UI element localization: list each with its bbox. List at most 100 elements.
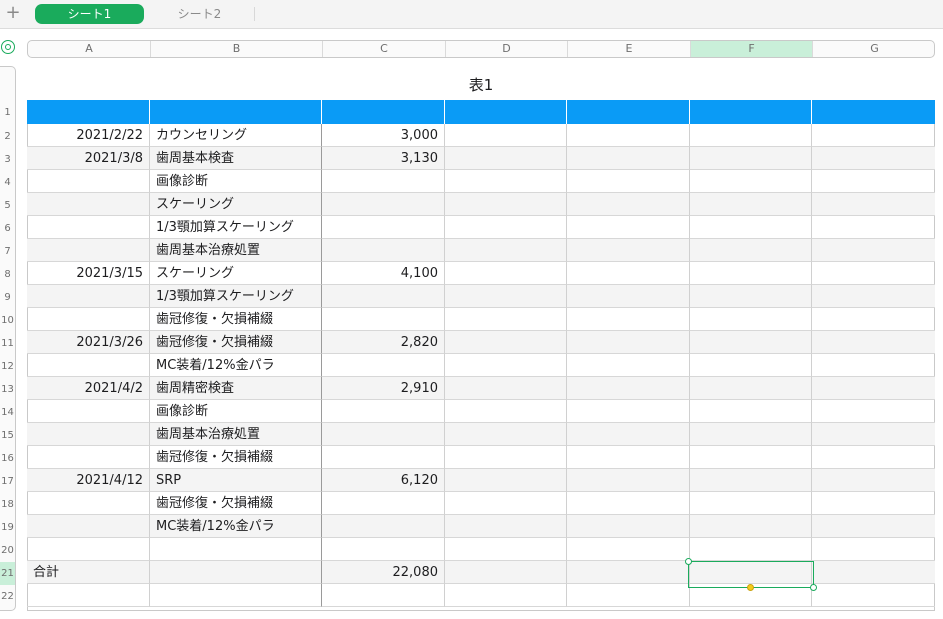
- cell-a4[interactable]: [27, 170, 150, 193]
- column-header-f[interactable]: F: [691, 41, 813, 57]
- cell-a6[interactable]: [27, 216, 150, 239]
- cell-d13[interactable]: [445, 377, 567, 400]
- cell-e12[interactable]: [567, 354, 690, 377]
- cell-a2[interactable]: 2021/2/22: [27, 124, 150, 147]
- row-header-7[interactable]: 7: [0, 240, 15, 263]
- column-header-b[interactable]: B: [151, 41, 323, 57]
- cell-c11[interactable]: 2,820: [322, 331, 445, 354]
- cell-a11[interactable]: 2021/3/26: [27, 331, 150, 354]
- cell-e1[interactable]: [567, 100, 690, 124]
- cell-g19[interactable]: [812, 515, 935, 538]
- cell-c3[interactable]: 3,130: [322, 147, 445, 170]
- cell-b13[interactable]: 歯周精密検査: [150, 377, 322, 400]
- cell-g9[interactable]: [812, 285, 935, 308]
- cell-g1[interactable]: [812, 100, 935, 124]
- cell-a5[interactable]: [27, 193, 150, 216]
- cell-d5[interactable]: [445, 193, 567, 216]
- cell-c20[interactable]: [322, 538, 445, 561]
- cell-b6[interactable]: 1/3顎加算スケーリング: [150, 216, 322, 239]
- cell-b5[interactable]: スケーリング: [150, 193, 322, 216]
- cell-a9[interactable]: [27, 285, 150, 308]
- cell-f5[interactable]: [690, 193, 812, 216]
- cell-g3[interactable]: [812, 147, 935, 170]
- cell-b7[interactable]: 歯周基本治療処置: [150, 239, 322, 262]
- cell-d7[interactable]: [445, 239, 567, 262]
- select-all-icon[interactable]: [1, 40, 15, 54]
- cell-a3[interactable]: 2021/3/8: [27, 147, 150, 170]
- cell-g5[interactable]: [812, 193, 935, 216]
- cell-c21[interactable]: 22,080: [322, 561, 445, 584]
- cell-c1[interactable]: [322, 100, 445, 124]
- cell-c10[interactable]: [322, 308, 445, 331]
- column-header-d[interactable]: D: [446, 41, 568, 57]
- tab-sheet-2[interactable]: シート2: [145, 4, 254, 24]
- cell-g11[interactable]: [812, 331, 935, 354]
- cell-b1[interactable]: [150, 100, 322, 124]
- row-header-15[interactable]: 15: [0, 424, 15, 447]
- cell-b18[interactable]: 歯冠修復・欠損補綴: [150, 492, 322, 515]
- cell-f12[interactable]: [690, 354, 812, 377]
- cell-f6[interactable]: [690, 216, 812, 239]
- cell-f4[interactable]: [690, 170, 812, 193]
- cell-b22[interactable]: [150, 584, 322, 607]
- cell-f19[interactable]: [690, 515, 812, 538]
- cell-b14[interactable]: 画像診断: [150, 400, 322, 423]
- cell-c17[interactable]: 6,120: [322, 469, 445, 492]
- cell-e10[interactable]: [567, 308, 690, 331]
- cell-a12[interactable]: [27, 354, 150, 377]
- cell-f16[interactable]: [690, 446, 812, 469]
- cell-c18[interactable]: [322, 492, 445, 515]
- cell-a14[interactable]: [27, 400, 150, 423]
- cell-b19[interactable]: MC装着/12%金パラ: [150, 515, 322, 538]
- cell-c7[interactable]: [322, 239, 445, 262]
- row-header-6[interactable]: 6: [0, 217, 15, 240]
- add-sheet-icon[interactable]: +: [4, 4, 22, 22]
- cell-e5[interactable]: [567, 193, 690, 216]
- cell-g7[interactable]: [812, 239, 935, 262]
- cell-g14[interactable]: [812, 400, 935, 423]
- cell-e22[interactable]: [567, 584, 690, 607]
- autofill-handle[interactable]: [747, 584, 754, 591]
- cell-e9[interactable]: [567, 285, 690, 308]
- cell-e11[interactable]: [567, 331, 690, 354]
- column-header-c[interactable]: C: [323, 41, 446, 57]
- cell-g8[interactable]: [812, 262, 935, 285]
- row-header-1[interactable]: 1: [0, 101, 15, 125]
- cell-b4[interactable]: 画像診断: [150, 170, 322, 193]
- cell-f7[interactable]: [690, 239, 812, 262]
- row-header-9[interactable]: 9: [0, 286, 15, 309]
- cell-f3[interactable]: [690, 147, 812, 170]
- cell-d12[interactable]: [445, 354, 567, 377]
- cell-b20[interactable]: [150, 538, 322, 561]
- cell-c12[interactable]: [322, 354, 445, 377]
- cell-f11[interactable]: [690, 331, 812, 354]
- row-header-14[interactable]: 14: [0, 401, 15, 424]
- cell-a21[interactable]: 合計: [27, 561, 150, 584]
- cell-f1[interactable]: [690, 100, 812, 124]
- cell-d9[interactable]: [445, 285, 567, 308]
- cell-g2[interactable]: [812, 124, 935, 147]
- cell-g6[interactable]: [812, 216, 935, 239]
- cell-d1[interactable]: [445, 100, 567, 124]
- cell-b15[interactable]: 歯周基本治療処置: [150, 423, 322, 446]
- row-header-21[interactable]: 21: [0, 562, 15, 585]
- cell-c16[interactable]: [322, 446, 445, 469]
- row-header-18[interactable]: 18: [0, 493, 15, 516]
- cell-d15[interactable]: [445, 423, 567, 446]
- cell-f15[interactable]: [690, 423, 812, 446]
- selection-handle-top-left[interactable]: [685, 558, 692, 565]
- cell-b16[interactable]: 歯冠修復・欠損補綴: [150, 446, 322, 469]
- cell-d22[interactable]: [445, 584, 567, 607]
- cell-c5[interactable]: [322, 193, 445, 216]
- cell-e4[interactable]: [567, 170, 690, 193]
- cell-f13[interactable]: [690, 377, 812, 400]
- row-header-4[interactable]: 4: [0, 171, 15, 194]
- row-header-19[interactable]: 19: [0, 516, 15, 539]
- cell-e19[interactable]: [567, 515, 690, 538]
- cell-e7[interactable]: [567, 239, 690, 262]
- cell-a18[interactable]: [27, 492, 150, 515]
- row-header-13[interactable]: 13: [0, 378, 15, 401]
- cell-a20[interactable]: [27, 538, 150, 561]
- cell-d16[interactable]: [445, 446, 567, 469]
- cell-b10[interactable]: 歯冠修復・欠損補綴: [150, 308, 322, 331]
